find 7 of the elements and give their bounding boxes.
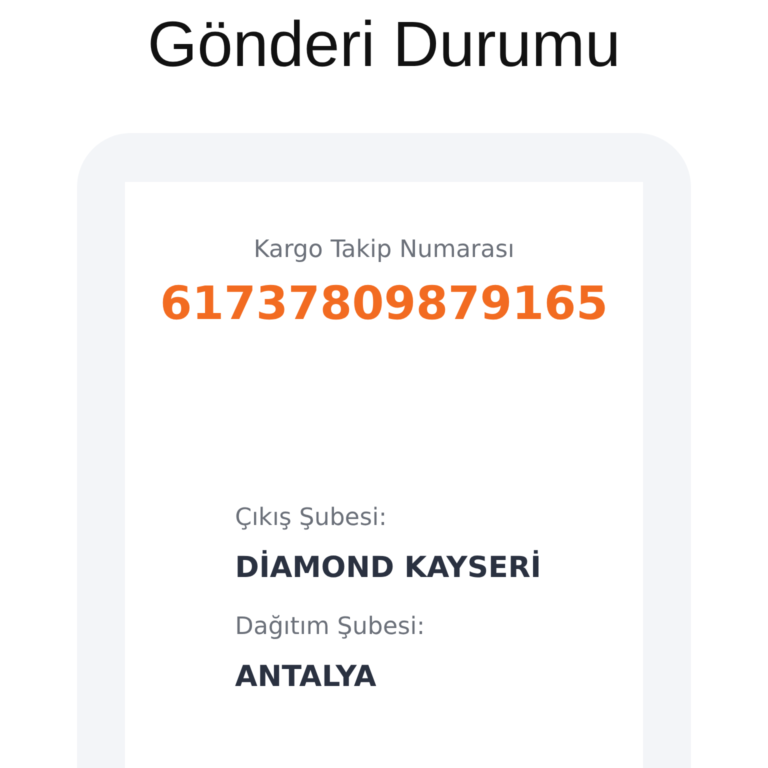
field-value: ANTALYA (235, 659, 378, 693)
field-label: Çıkış Şubesi: (235, 502, 388, 532)
page-title: Gönderi Durumu (147, 7, 621, 82)
field-value: DİAMOND KAYSERİ (235, 550, 542, 584)
tracking-label: Kargo Takip Numarası (254, 234, 514, 264)
field-label: Dağıtım Şubesi: (235, 611, 426, 641)
tracking-number: 61737809879165 (160, 276, 608, 330)
